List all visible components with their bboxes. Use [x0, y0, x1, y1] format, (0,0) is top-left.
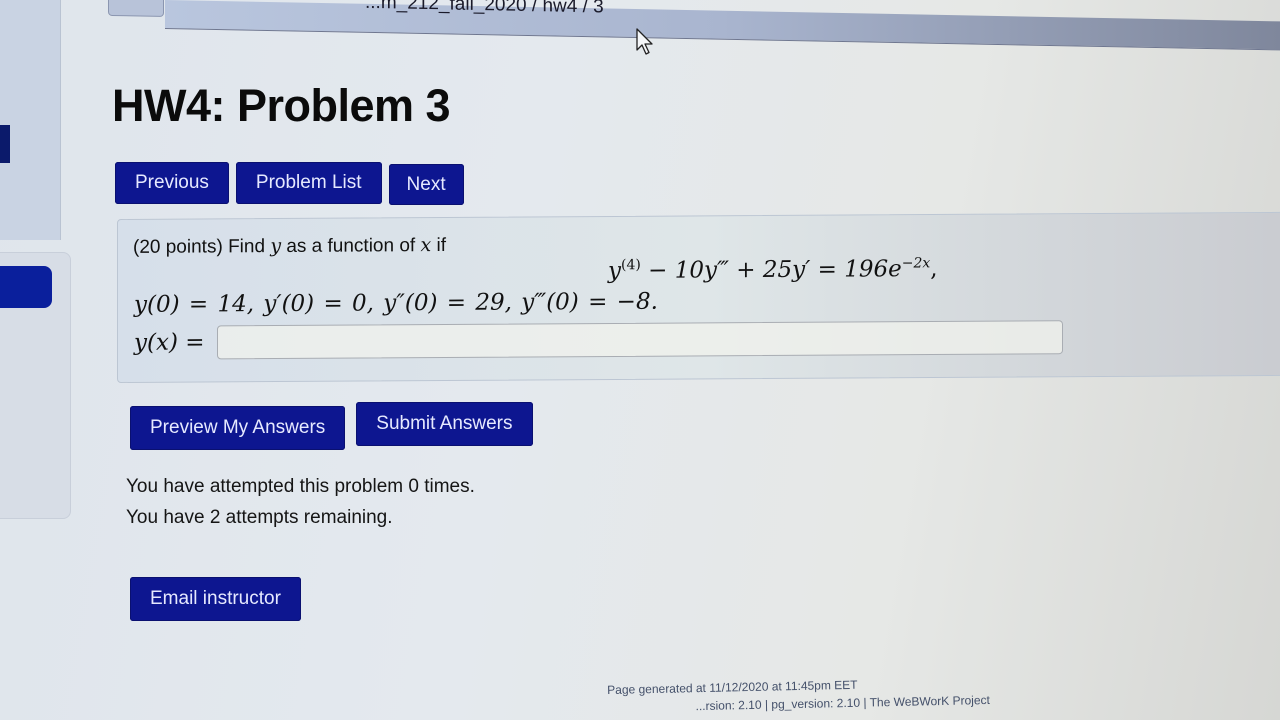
variable-x: x — [420, 234, 432, 257]
answer-label: y(x) = — [134, 329, 205, 356]
points-label: (20 points) — [133, 236, 223, 258]
equation-comma: , — [930, 255, 938, 283]
intro-text: as a function of — [286, 235, 416, 257]
topbar-tab[interactable] — [108, 0, 164, 17]
differential-equation: y(4) − 10y‴ + 25y′ = 196e−2x, — [608, 255, 938, 284]
problem-list-button[interactable]: Problem List — [235, 162, 382, 204]
email-section: Email instructor — [130, 577, 301, 621]
equation-term: y — [608, 257, 621, 285]
answer-input[interactable] — [216, 320, 1063, 360]
problem-statement-box: (20 points) Find y as a function of x if… — [117, 211, 1280, 383]
submit-answers-button[interactable]: Submit Answers — [356, 402, 533, 446]
initial-conditions: y(0) = 14, y′(0) = 0, y″(0) = 29, y‴(0) … — [134, 288, 658, 318]
preview-answers-button[interactable]: Preview My Answers — [130, 406, 346, 450]
answer-row: y(x) = — [134, 320, 1063, 360]
mouse-cursor-icon — [636, 28, 653, 55]
equation-body: − 10y‴ + 25y′ = 196e — [640, 256, 902, 284]
sidebar-active-indicator — [0, 125, 10, 163]
next-button[interactable]: Next — [388, 164, 464, 205]
page-title: HW4: Problem 3 — [112, 80, 451, 131]
left-sidebar — [0, 0, 61, 240]
attempts-remaining-text: You have 2 attempts remaining. — [126, 507, 393, 528]
breadcrumb[interactable]: ...m_212_fall_2020 / hw4 / 3 — [365, 0, 604, 18]
email-instructor-button[interactable]: Email instructor — [130, 577, 301, 621]
page-footer: Page generated at 11/12/2020 at 11:45pm … — [607, 673, 990, 717]
problem-navigation: Previous Problem List Next — [115, 162, 464, 205]
intro-text: if — [436, 234, 446, 257]
top-breadcrumb-bar: ...m_212_fall_2020 / hw4 / 3 — [108, 0, 1280, 51]
exponent: −2x — [901, 255, 931, 272]
problem-intro: (20 points) Find y as a function of x if — [133, 234, 446, 259]
sidebar-button[interactable] — [0, 266, 52, 308]
previous-button[interactable]: Previous — [115, 162, 229, 204]
derivative-order: (4) — [621, 257, 641, 274]
intro-text: Find — [228, 236, 266, 258]
attempts-info: You have attempted this problem 0 times.… — [126, 471, 475, 533]
variable-y: y — [270, 234, 282, 258]
attempted-count-text: You have attempted this problem 0 times. — [126, 476, 475, 497]
answer-actions: Preview My Answers Submit Answers — [130, 402, 533, 450]
